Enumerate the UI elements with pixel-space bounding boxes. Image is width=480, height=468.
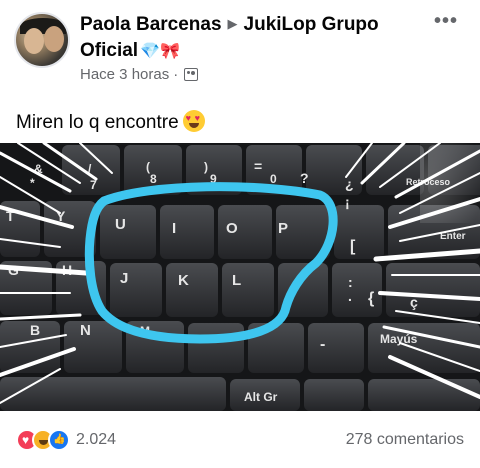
key-question: ? xyxy=(300,170,309,186)
post-meta: Hace 3 horas · xyxy=(80,66,199,83)
key-n: N xyxy=(80,322,91,339)
key-inv-question: ¿ xyxy=(345,176,354,192)
meta-separator: · xyxy=(173,66,179,83)
post-text: Miren lo q encontre ♥ ♥ xyxy=(16,106,205,134)
post-header-line: Paola Barcenas ▶ JukiLop Grupo Oficial 💎🎀 xyxy=(80,12,420,64)
post-footer: 2.024 278 comentarios xyxy=(0,411,480,468)
key-brace: { xyxy=(368,290,374,307)
key-altgr: Alt Gr xyxy=(244,390,278,404)
comments-count[interactable]: 278 comentarios xyxy=(346,431,464,449)
key-j: J xyxy=(120,270,128,287)
key-p: P xyxy=(278,220,288,237)
key-period: . xyxy=(348,288,352,304)
key-8: 8 xyxy=(150,172,157,186)
key-dash: - xyxy=(320,336,325,353)
post-header: Paola Barcenas ▶ JukiLop Grupo Oficial 💎🎀 H… xyxy=(0,0,480,92)
author-name[interactable]: Paola Barcenas xyxy=(80,14,222,35)
audience-icon[interactable] xyxy=(184,68,199,81)
post-message: Miren lo q encontre xyxy=(16,112,179,133)
keyboard-photo: U I O P J K L N M Alt Gr Mayús Retroceso… xyxy=(0,143,480,411)
key-asterisk: * xyxy=(30,176,35,190)
like-reaction-icon xyxy=(48,429,70,451)
key-l: L xyxy=(232,272,241,289)
key-0: 0 xyxy=(270,172,277,186)
key-colon: : xyxy=(348,274,353,290)
key-equals: = xyxy=(254,158,262,174)
reaction-count[interactable]: 2.024 xyxy=(76,431,116,449)
heart-eyes-emoji-icon: ♥ ♥ xyxy=(182,110,205,132)
group-arrow-icon: ▶ xyxy=(227,16,238,31)
key-o: O xyxy=(226,220,238,237)
reactions-summary[interactable]: 2.024 xyxy=(16,429,116,451)
timestamp[interactable]: Hace 3 horas xyxy=(80,66,169,83)
key-inv-exclam: ¡ xyxy=(345,194,350,210)
key-k: K xyxy=(178,272,189,289)
key-open-paren: ( xyxy=(146,160,150,174)
key-i: I xyxy=(172,220,176,237)
key-u: U xyxy=(115,216,126,233)
more-options-button[interactable]: ••• xyxy=(434,10,458,33)
key-close-paren: ) xyxy=(204,160,208,174)
key-b: B xyxy=(30,322,40,338)
gem-bow-icons: 💎🎀 xyxy=(140,43,180,60)
author-avatar[interactable] xyxy=(14,12,70,68)
key-bracket: [ xyxy=(350,238,356,255)
post-photo[interactable]: U I O P J K L N M Alt Gr Mayús Retroceso… xyxy=(0,143,480,411)
